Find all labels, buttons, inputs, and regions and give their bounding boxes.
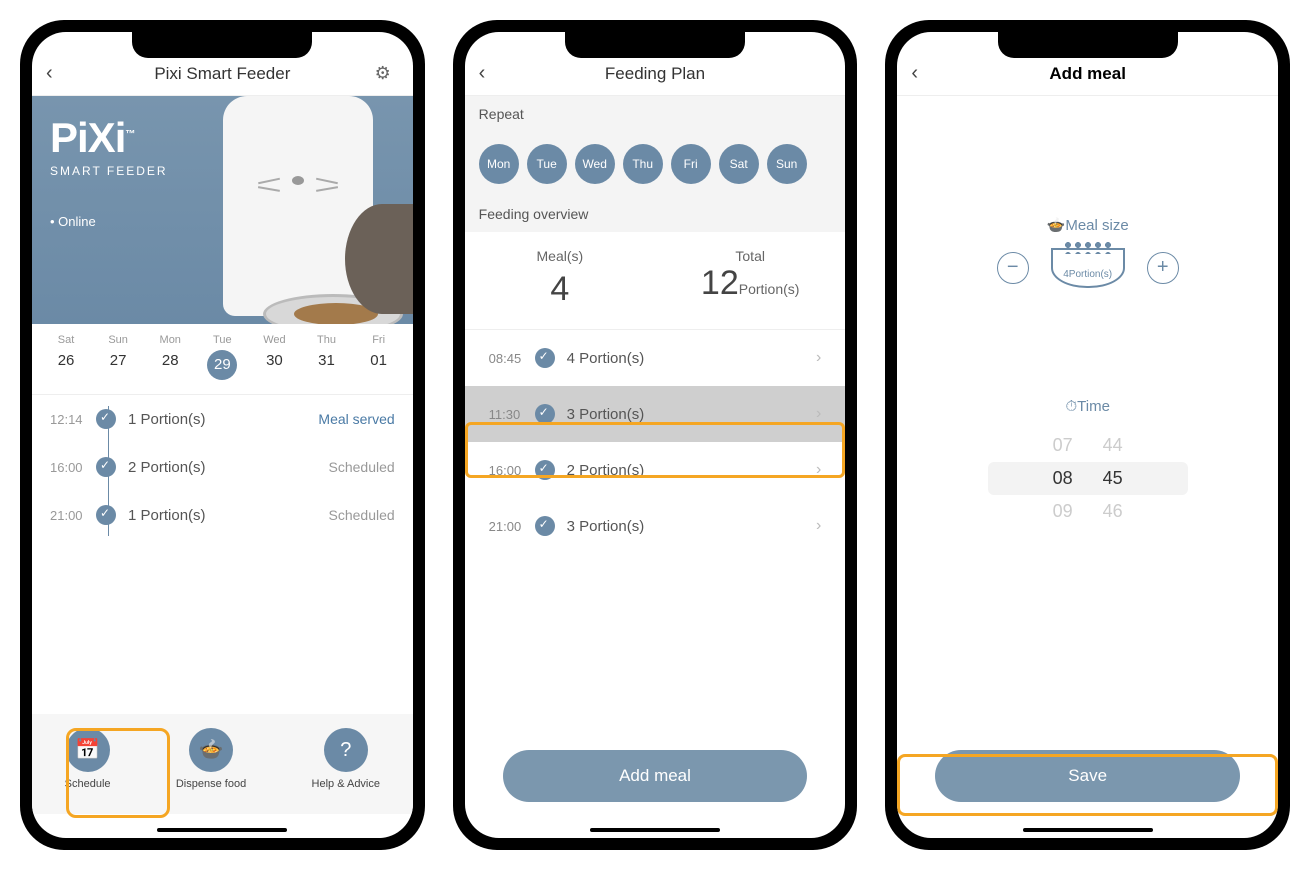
meal-size-label: 🍲Meal size [897,216,1278,234]
nav-bar: ‹ Add meal [897,52,1278,96]
day-chip[interactable]: Wed [575,144,615,184]
phone-frame-2: ‹ Feeding Plan Repeat Mon Tue Wed Thu Fr… [453,20,858,850]
home-indicator [590,828,720,832]
calendar-day-selected: Tue29 [202,334,242,380]
clock-icon [535,516,555,536]
home-indicator [1023,828,1153,832]
chevron-right-icon: › [816,461,821,479]
today-meal-row[interactable]: 16:00 2 Portion(s) Scheduled [32,443,413,491]
save-button[interactable]: Save [935,750,1240,802]
day-chip[interactable]: Sat [719,144,759,184]
back-icon[interactable]: ‹ [46,62,70,85]
check-icon [96,505,116,525]
meal-size-control: − 4Portion(s) + [897,248,1278,288]
calendar-icon: 📅 [66,728,110,772]
nav-bar: ‹ Feeding Plan [465,52,846,96]
plan-row[interactable]: 11:30 3 Portion(s) › [465,386,846,442]
page-title: Feeding Plan [503,64,808,84]
cat-illustration [345,204,413,314]
overview-stats: Meal(s) 4 Total 12Portion(s) [465,232,846,330]
overview-header: Feeding overview [465,196,846,232]
day-chip[interactable]: Tue [527,144,567,184]
add-meal-button[interactable]: Add meal [503,750,808,802]
screen-feeding-plan: ‹ Feeding Plan Repeat Mon Tue Wed Thu Fr… [465,32,846,838]
increase-button[interactable]: + [1147,252,1179,284]
day-chip[interactable]: Fri [671,144,711,184]
home-indicator [157,828,287,832]
calendar-strip[interactable]: Sat26 Sun27 Mon28 Tue29 Wed30 Thu31 Fri0… [32,324,413,395]
back-icon[interactable]: ‹ [911,62,935,85]
check-icon [96,409,116,429]
decrease-button[interactable]: − [997,252,1029,284]
page-title: Pixi Smart Feeder [70,64,375,84]
day-chip[interactable]: Thu [623,144,663,184]
back-icon[interactable]: ‹ [479,62,503,85]
schedule-button[interactable]: 📅 Schedule [65,728,111,790]
today-meal-row[interactable]: 12:14 1 Portion(s) Meal served [32,395,413,443]
chevron-right-icon: › [816,405,821,423]
calendar-day: Fri01 [359,334,399,380]
days-row: Mon Tue Wed Thu Fri Sat Sun [465,132,846,196]
screen-add-meal: ‹ Add meal 🍲Meal size − 4Portion(s) + ⏱T… [897,32,1278,838]
plan-row[interactable]: 16:00 2 Portion(s) › [465,442,846,498]
chevron-right-icon: › [816,517,821,535]
plan-row[interactable]: 21:00 3 Portion(s) › [465,498,846,554]
clock-icon [535,460,555,480]
day-chip[interactable]: Mon [479,144,519,184]
calendar-day: Sun27 [98,334,138,380]
help-button[interactable]: ? Help & Advice [312,728,380,790]
repeat-header: Repeat [465,96,846,132]
calendar-day: Thu31 [307,334,347,380]
dispense-button[interactable]: 🍲 Dispense food [176,728,246,790]
check-icon [96,457,116,477]
time-label: ⏱Time [897,398,1278,415]
portion-bowl-icon: 4Portion(s) [1051,248,1125,288]
bowl-icon: 🍲 [189,728,233,772]
help-icon: ? [324,728,368,772]
calendar-day: Sat26 [46,334,86,380]
day-chip[interactable]: Sun [767,144,807,184]
screen-home: ‹ Pixi Smart Feeder ⚙ PiXi™ SMART FEEDER… [32,32,413,838]
clock-icon [535,348,555,368]
phone-frame-3: ‹ Add meal 🍲Meal size − 4Portion(s) + ⏱T… [885,20,1290,850]
nav-bar: ‹ Pixi Smart Feeder ⚙ [32,52,413,96]
brand-logo: PiXi™ [50,114,395,162]
phone-frame-1: ‹ Pixi Smart Feeder ⚙ PiXi™ SMART FEEDER… [20,20,425,850]
today-meal-row[interactable]: 21:00 1 Portion(s) Scheduled [32,491,413,539]
calendar-day: Wed30 [254,334,294,380]
hero-banner: PiXi™ SMART FEEDER Online [32,96,413,324]
chevron-right-icon: › [816,349,821,367]
calendar-day: Mon28 [150,334,190,380]
bottom-actions: 📅 Schedule 🍲 Dispense food ? Help & Advi… [32,714,413,814]
plan-row[interactable]: 08:45 4 Portion(s) › [465,330,846,386]
time-picker[interactable]: 0744 0845 0946 [988,429,1188,528]
clock-icon [535,404,555,424]
gear-icon[interactable]: ⚙ [375,63,399,84]
page-title: Add meal [935,64,1240,84]
